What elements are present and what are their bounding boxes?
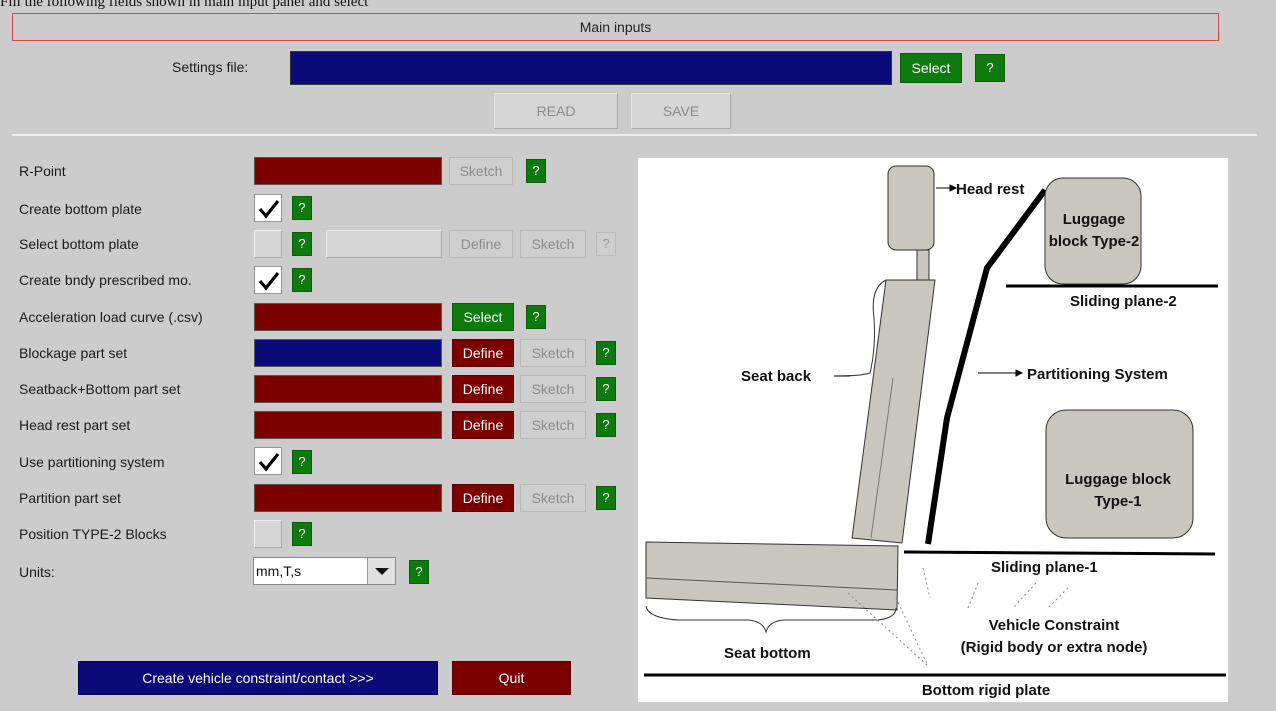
blockage-input[interactable] [254,339,442,367]
units-select[interactable]: mm,T,s [253,557,396,585]
units-select-value: mm,T,s [256,563,302,579]
read-button[interactable]: READ [494,93,618,129]
seat-diagram-svg: Head rest Luggage block Type-2 Sliding p… [644,165,1226,699]
diagram-luggage-type1-line2: Type-1 [1094,493,1141,510]
top-caption: Fill the following fields shown in main … [0,0,369,10]
diagram-seat-bottom-label: Seat bottom [724,645,811,662]
head-rest-define-button[interactable]: Define [452,411,514,439]
save-button[interactable]: SAVE [631,93,731,129]
head-rest-post-shape [916,249,930,285]
position-type2-checkbox[interactable] [254,520,282,548]
position-type2-help-button[interactable]: ? [292,522,312,546]
diagram-luggage-type1-line1: Luggage block [1065,471,1172,488]
main-inputs-header[interactable]: Main inputs [12,13,1219,41]
create-bndy-label: Create bndy prescribed mo. [19,272,192,288]
seatback-bottom-label: Seatback+Bottom part set [19,381,181,397]
diagram-bottom-rigid-plate-label: Bottom rigid plate [922,682,1050,699]
seatback-bottom-input[interactable] [254,375,442,403]
diagram-vehicle-constraint-label: Vehicle Constraint [989,617,1120,634]
accel-curve-help-button[interactable]: ? [526,305,546,329]
settings-file-label: Settings file: [172,59,249,75]
partition-part-set-input[interactable] [254,484,442,512]
select-bottom-plate-help-disabled[interactable]: ? [596,232,616,256]
create-vehicle-constraint-button[interactable]: Create vehicle constraint/contact >>> [78,661,438,695]
create-bndy-help-button[interactable]: ? [292,268,312,292]
units-help-button[interactable]: ? [409,560,429,584]
diagram-rigid-body-label: (Rigid body or extra node) [961,639,1148,656]
r-point-sketch-button[interactable]: Sketch [449,157,513,185]
create-bndy-checkbox[interactable] [254,266,282,294]
diagram-head-rest-label: Head rest [956,181,1024,198]
blockage-label: Blockage part set [19,345,128,361]
r-point-label: R-Point [19,163,66,179]
seatback-bottom-sketch-button[interactable]: Sketch [520,375,586,403]
partition-sketch-button[interactable]: Sketch [520,484,586,512]
accel-curve-label: Acceleration load curve (.csv) [19,309,203,325]
blockage-define-button[interactable]: Define [452,339,514,367]
diagram-sliding-plane-1-label: Sliding plane-1 [991,559,1098,576]
head-rest-help-button[interactable]: ? [596,413,616,437]
seatback-bottom-help-button[interactable]: ? [596,377,616,401]
create-bottom-plate-checkbox[interactable] [254,194,282,222]
r-point-input[interactable] [254,157,442,185]
r-point-help-button[interactable]: ? [526,159,546,183]
partition-part-set-label: Partition part set [19,490,121,506]
seat-bottom-shape [645,541,899,611]
head-rest-label: Head rest part set [19,417,131,433]
seatback-bottom-define-button[interactable]: Define [452,375,514,403]
settings-help-button[interactable]: ? [975,54,1005,82]
seat-diagram: Head rest Luggage block Type-2 Sliding p… [638,158,1228,702]
seat-bottom-brace [645,605,897,634]
create-bottom-plate-help-button[interactable]: ? [292,196,312,220]
head-rest-input[interactable] [254,411,442,439]
accel-curve-select-button[interactable]: Select [452,303,514,331]
blockage-help-button[interactable]: ? [596,341,616,365]
use-partitioning-label: Use partitioning system [19,454,165,470]
select-bottom-plate-help-button[interactable]: ? [292,232,312,256]
diagram-sliding-plane-2-label: Sliding plane-2 [1070,293,1177,310]
units-label: Units: [19,564,55,580]
settings-file-input[interactable] [290,51,892,85]
head-rest-sketch-button[interactable]: Sketch [520,411,586,439]
luggage-type2-shape [1044,177,1142,285]
create-bottom-plate-label: Create bottom plate [19,201,142,217]
checkmark-icon [258,272,280,291]
diagram-seat-back-label: Seat back [741,368,812,385]
use-partitioning-checkbox[interactable] [254,447,282,475]
select-bottom-plate-checkbox[interactable] [254,230,282,258]
accel-curve-input[interactable] [254,303,442,331]
diagram-partitioning-system-label: Partitioning System [1027,366,1168,383]
diagram-luggage-type2-line1: Luggage [1063,211,1126,228]
chevron-down-icon[interactable] [367,558,395,584]
partition-help-button[interactable]: ? [596,486,616,510]
settings-select-button[interactable]: Select [900,53,962,83]
position-type2-label: Position TYPE-2 Blocks [19,526,167,542]
seat-back-shape [851,279,936,544]
partition-define-button[interactable]: Define [452,484,514,512]
select-bottom-plate-field[interactable] [326,230,442,258]
divider [12,134,1257,136]
checkmark-icon [258,200,280,219]
head-rest-shape [887,165,935,251]
use-partitioning-help-button[interactable]: ? [292,450,312,474]
select-bottom-plate-sketch-button[interactable]: Sketch [520,230,586,258]
blockage-sketch-button[interactable]: Sketch [520,339,586,367]
select-bottom-plate-define-button[interactable]: Define [449,230,513,258]
quit-button[interactable]: Quit [452,661,571,695]
sliding-plane-1-line [903,550,1216,556]
checkmark-icon [258,453,280,472]
select-bottom-plate-label: Select bottom plate [19,236,139,252]
diagram-luggage-type2-line2: block Type-2 [1049,233,1140,250]
